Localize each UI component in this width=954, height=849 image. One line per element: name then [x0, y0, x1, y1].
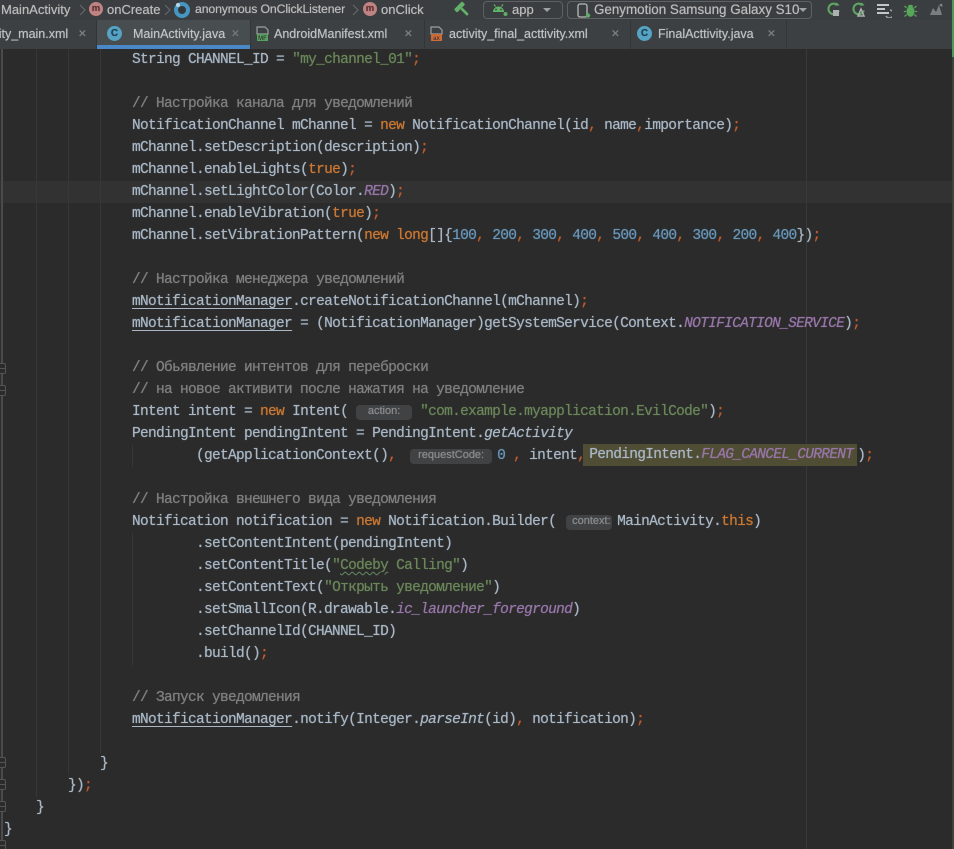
- svg-text:MF: MF: [258, 36, 267, 42]
- svg-text:ax: ax: [433, 36, 440, 42]
